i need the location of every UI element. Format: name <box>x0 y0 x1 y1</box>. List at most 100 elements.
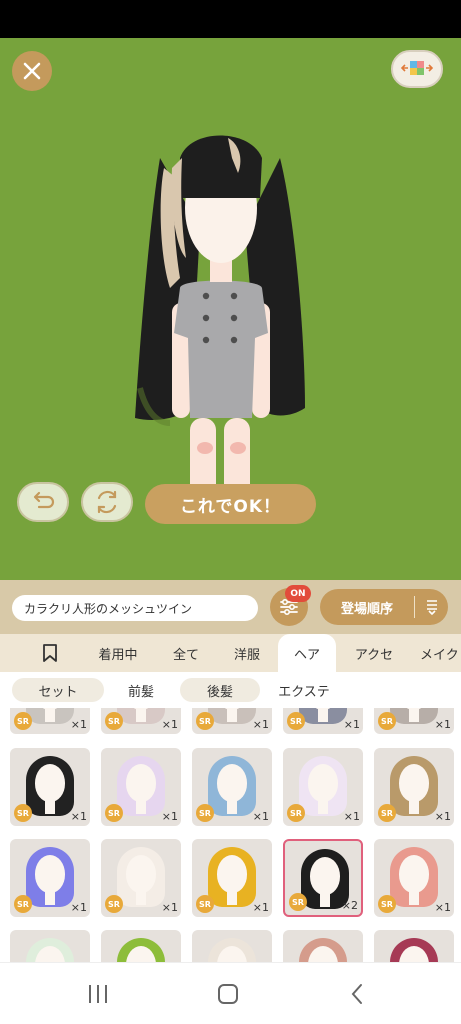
status-bar <box>0 0 461 38</box>
mannequin-head <box>35 855 65 893</box>
owned-count: ×1 <box>70 810 87 823</box>
hair-item-card[interactable]: SR ×1 <box>10 708 90 734</box>
tab-all[interactable]: 全て <box>162 634 210 672</box>
owned-count: ×1 <box>161 718 178 731</box>
mannequin-neck <box>318 800 328 814</box>
rarity-badge: SR <box>196 712 214 730</box>
subtab-back-hair[interactable]: 後髪 <box>180 678 260 702</box>
tab-makeup[interactable]: メイク <box>420 634 461 672</box>
hair-item-grid: SR ×1 SR ×1 SR ×1 SR ×1 SR ×1 SR ×1 SR ×1 SR ×1 SR ×1 SR ×1… <box>0 708 461 962</box>
bottom-actions: これでOK！ <box>0 482 461 526</box>
owned-count: ×1 <box>70 718 87 731</box>
hair-item-card[interactable]: SR ×1 <box>192 708 272 734</box>
hair-item-card[interactable]: SR ×1 <box>101 839 181 917</box>
rarity-badge: SR <box>289 893 307 911</box>
palette-button[interactable] <box>391 50 443 88</box>
hair-item-card[interactable]: SR ×2 <box>283 839 363 917</box>
mannequin-head <box>399 764 429 802</box>
mannequin-head <box>310 857 340 895</box>
tab-clothes[interactable]: 洋服 <box>222 634 272 672</box>
rarity-badge: SR <box>378 804 396 822</box>
owned-count: ×1 <box>343 810 360 823</box>
rarity-badge: SR <box>287 804 305 822</box>
undo-icon <box>33 491 55 509</box>
mannequin-head <box>399 855 429 893</box>
rarity-badge: SR <box>105 804 123 822</box>
hair-item-card[interactable] <box>192 930 272 962</box>
subtab-set[interactable]: セット <box>12 678 104 702</box>
hair-item-card[interactable] <box>101 930 181 962</box>
sort-order-icon[interactable] <box>415 598 448 616</box>
hair-subtabs: セット 前髪 後髪 エクステ <box>0 672 461 708</box>
bookmark-icon <box>43 644 57 662</box>
palette-icon <box>401 61 433 75</box>
selected-item-name: カラクリ人形のメッシュツイン <box>12 595 258 621</box>
mannequin-head <box>217 855 247 893</box>
owned-count: ×1 <box>70 901 87 914</box>
undo-button[interactable] <box>17 482 69 522</box>
rarity-badge: SR <box>287 712 305 730</box>
hair-item-card[interactable]: SR ×1 <box>101 708 181 734</box>
close-button[interactable] <box>12 51 52 91</box>
rarity-badge: SR <box>378 895 396 913</box>
shuffle-button[interactable] <box>81 482 133 522</box>
owned-count: ×1 <box>252 718 269 731</box>
hair-item-card[interactable] <box>10 930 90 962</box>
rarity-badge: SR <box>14 895 32 913</box>
hair-item-card[interactable]: SR ×1 <box>283 708 363 734</box>
subtab-bangs[interactable]: 前髪 <box>104 678 178 702</box>
tab-bookmark[interactable] <box>30 634 70 672</box>
tab-accessory[interactable]: アクセ <box>344 634 404 672</box>
rarity-badge: SR <box>14 804 32 822</box>
home-icon[interactable] <box>216 983 240 1005</box>
mannequin-neck <box>320 893 330 907</box>
hair-item-card[interactable]: SR ×1 <box>283 748 363 826</box>
mannequin-head <box>35 764 65 802</box>
rarity-badge: SR <box>378 712 396 730</box>
recents-icon[interactable] <box>86 983 110 1005</box>
owned-count: ×2 <box>341 899 358 912</box>
hair-item-card[interactable]: SR ×1 <box>192 839 272 917</box>
owned-count: ×1 <box>343 718 360 731</box>
owned-count: ×1 <box>252 901 269 914</box>
confirm-ok-button[interactable]: これでOK！ <box>145 484 316 524</box>
hair-item-card[interactable]: SR ×1 <box>10 748 90 826</box>
owned-count: ×1 <box>252 810 269 823</box>
mannequin-neck <box>318 708 328 722</box>
mannequin-head <box>308 764 338 802</box>
system-nav-bar <box>0 962 461 1024</box>
back-icon[interactable] <box>346 983 370 1005</box>
subtab-extensions[interactable]: エクステ <box>262 678 346 702</box>
hair-item-card[interactable]: SR ×1 <box>374 748 454 826</box>
hair-item-card[interactable] <box>374 930 454 962</box>
mannequin-neck <box>227 891 237 905</box>
hair-item-card[interactable] <box>283 930 363 962</box>
hair-item-card[interactable]: SR ×1 <box>192 748 272 826</box>
sort-button[interactable]: 登場順序 <box>320 589 448 625</box>
mannequin-head <box>126 764 156 802</box>
hair-item-card[interactable]: SR ×1 <box>101 748 181 826</box>
owned-count: ×1 <box>434 718 451 731</box>
mannequin-neck <box>136 708 146 722</box>
tab-hair[interactable]: ヘア <box>278 634 336 672</box>
mannequin-neck <box>227 708 237 722</box>
owned-count: ×1 <box>434 901 451 914</box>
mannequin-neck <box>227 800 237 814</box>
rarity-badge: SR <box>196 895 214 913</box>
hair-item-card[interactable]: SR ×1 <box>374 839 454 917</box>
owned-count: ×1 <box>434 810 451 823</box>
category-tabs: 着用中 全て 洋服 ヘア アクセ メイク <box>0 634 461 672</box>
tab-wearing[interactable]: 着用中 <box>88 634 148 672</box>
mannequin-neck <box>45 891 55 905</box>
shuffle-icon <box>97 490 117 514</box>
hair-item-card[interactable]: SR ×1 <box>374 708 454 734</box>
hair-item-card[interactable]: SR ×1 <box>10 839 90 917</box>
mannequin-neck <box>409 891 419 905</box>
rarity-badge: SR <box>105 712 123 730</box>
rarity-badge: SR <box>105 895 123 913</box>
owned-count: ×1 <box>161 901 178 914</box>
close-icon <box>23 62 41 80</box>
mannequin-neck <box>409 708 419 722</box>
filter-on-badge: ON <box>285 585 311 602</box>
mannequin-neck <box>45 800 55 814</box>
